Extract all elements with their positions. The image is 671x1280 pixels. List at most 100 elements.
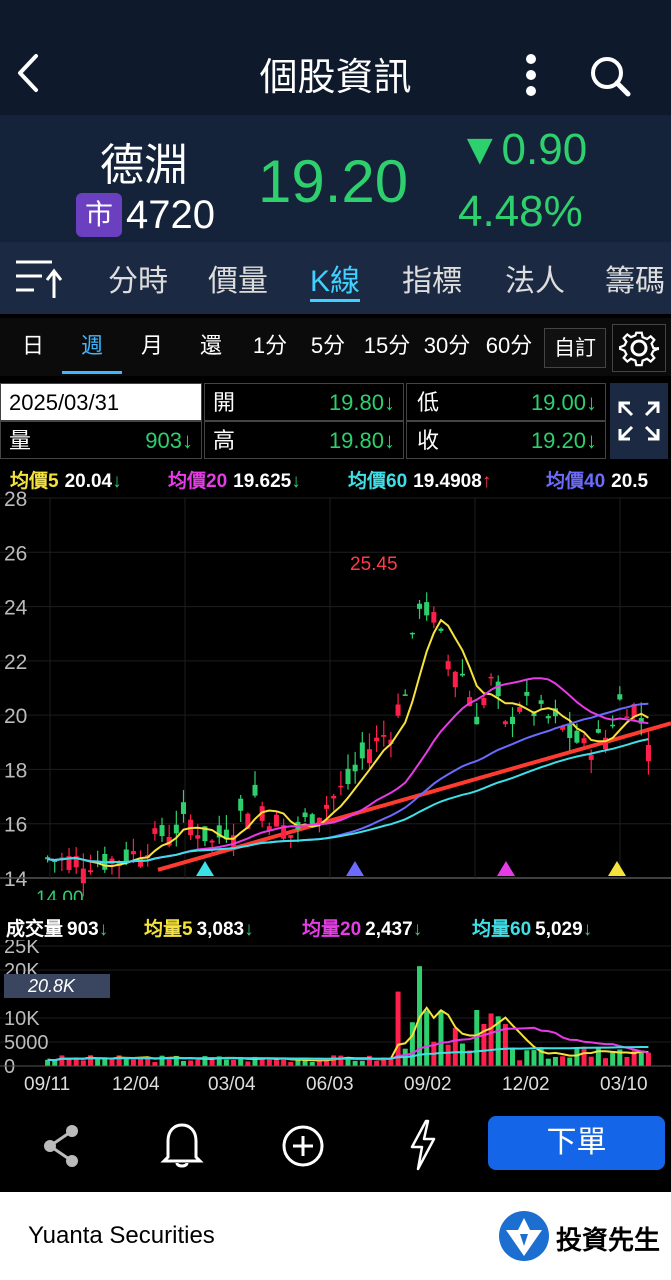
price-tick-label: 26 [4,542,27,565]
volume-cell: 量 903↓ [0,421,202,459]
high-annotation: 25.45 [350,554,398,575]
price-tick-label: 14 [4,868,28,891]
volume-bar [195,1059,201,1066]
tab-item[interactable]: 分時 [108,256,168,302]
ma-legend-item: 均價60 19.4908↑ [348,466,491,493]
candle [502,719,508,728]
period-tab[interactable]: 5分 [300,318,356,374]
volume-bar [288,1061,294,1066]
candle [352,751,358,784]
price-tick-label: 16 [4,814,27,837]
candle [359,732,365,770]
period-tab[interactable]: 日 [8,318,58,374]
volume-bar [488,1013,494,1066]
volume-label: 量 [9,428,32,453]
candle [87,854,93,875]
candle [431,606,437,629]
order-button[interactable]: 下單 [488,1116,665,1170]
volume-ma-value: 3,083 [196,919,245,940]
stock-price: 19.20 [258,148,409,215]
volume-tick-label: 5000 [4,1032,49,1054]
candle [52,859,58,873]
candle [595,720,601,734]
volume-bar [245,1061,251,1066]
bell-icon[interactable] [160,1119,204,1169]
share-icon[interactable] [40,1123,82,1169]
candle [102,846,108,873]
sort-icon[interactable] [14,256,63,300]
price-chart[interactable]: 28 26 24 22 20 18 16 14 25.45 14.00 [0,490,671,900]
search-icon[interactable] [588,54,632,98]
candle [617,686,623,701]
footer: Yuanta Securities 投資先生 [0,1192,671,1280]
volume-bar [424,1010,430,1066]
volume-bar [324,1060,330,1066]
period-tab[interactable]: 月 [124,318,180,374]
add-icon[interactable] [280,1123,326,1169]
candle [409,632,415,639]
custom-period-button[interactable]: 自訂 [544,328,606,368]
volume-legend-item: 成交量 903↓ [6,914,108,941]
candle [266,822,272,835]
volume-callout: 20.8K [27,976,76,996]
lightning-icon[interactable] [406,1119,440,1171]
ma-value: 19.625 [233,471,292,492]
signal-marker [608,861,626,876]
date-cell: 2025/03/31 [0,383,202,421]
period-tab[interactable]: 1分 [244,318,296,374]
candle [495,675,501,710]
volume-bar [102,1059,108,1066]
close-cell: 收 19.20↓ [406,421,606,459]
volume-bar [95,1059,101,1066]
tab-item[interactable]: 價量 [208,256,268,302]
volume-ma20-line [47,1026,649,1062]
volume-bar [459,1043,465,1066]
fullscreen-icon[interactable] [610,383,668,459]
candle [402,689,408,696]
price-tick-label: 22 [4,651,27,674]
ma-arrow: ↑ [481,471,492,492]
candle [95,850,101,868]
volume-ma-arrow: ↓ [582,919,593,940]
settings-icon[interactable] [612,324,666,372]
market-badge: 市 [76,193,122,237]
candle [374,725,380,752]
candle [645,731,651,775]
stock-summary: 德淵 市 4720 19.20 ▼0.90 4.48% [0,115,671,242]
high-cell: 高 19.80↓ [204,421,404,459]
tab-item[interactable]: 法人 [505,256,565,302]
volume-bar [445,1044,451,1066]
volume-bar [545,1058,551,1066]
period-tab[interactable]: 週 [62,318,122,374]
volume-bar [603,1058,609,1066]
period-tab[interactable]: 30分 [418,318,476,374]
candle [216,815,222,844]
price-tick-label: 20 [4,705,27,728]
volume-chart[interactable]: 25K20K10K5000020.8K09/11 12/04 03/04 06/03 0… [0,940,671,1102]
high-value: 19.80↓ [328,428,395,453]
volume-bar [567,1057,573,1066]
candle [295,816,301,843]
volume-bar [510,1048,516,1066]
candle [273,812,279,827]
more-icon[interactable] [522,52,540,98]
candle [395,693,401,719]
candle [173,810,179,847]
stock-name: 德淵 [100,141,188,190]
candle [452,670,458,698]
volume-bar [331,1055,337,1066]
open-label: 開 [213,390,236,415]
tab-item[interactable]: 籌碼 [605,256,665,302]
period-tab[interactable]: 還 [186,318,236,374]
period-tab[interactable]: 15分 [358,318,416,374]
signal-marker [346,861,364,876]
tab-item[interactable]: K線 [310,256,361,302]
x-axis-label: 09/11 [24,1074,70,1095]
app-name: 投資先生 [556,1225,661,1255]
volume-bar [560,1056,566,1066]
period-tab[interactable]: 60分 [478,318,540,374]
low-label: 低 [417,390,440,415]
volume-ma-label: 成交量 [6,919,64,940]
low-cell: 低 19.00↓ [406,383,606,421]
tab-item[interactable]: 指標 [402,256,462,302]
